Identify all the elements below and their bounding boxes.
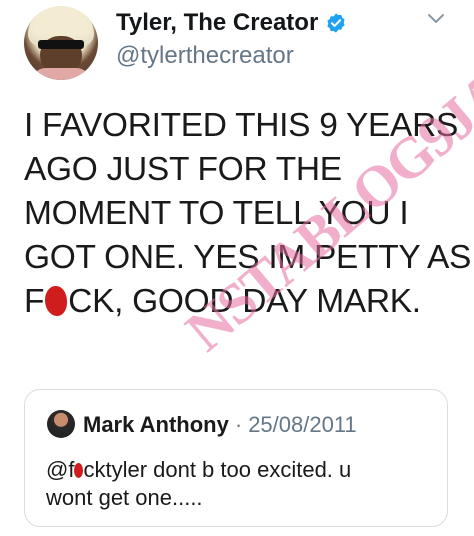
censor-mark [45,286,68,316]
author-name[interactable]: Tyler, The Creator [116,9,318,37]
tweet-line-last: F CK, GOOD DAY MARK. [24,280,444,324]
chevron-down-icon[interactable] [426,12,446,26]
quoted-separator: · [234,412,243,437]
author-name-row[interactable]: Tyler, The Creator [116,9,347,37]
avatar-sunglasses [38,40,84,49]
quoted-avatar[interactable] [47,410,75,438]
quoted-header: Mark Anthony · 25/08/2011 [83,412,357,438]
tweet-last-prefix: F [24,283,45,320]
author-handle[interactable]: @tylerthecreator [116,42,294,70]
tweet-text: I FAVORITED THIS 9 YEARS AGO JUST FOR TH… [24,104,472,324]
tweet-last-suffix: CK, GOOD DAY MARK. [68,283,421,320]
author-avatar[interactable] [24,6,98,80]
tweet-line: AGO JUST FOR THE [24,151,342,188]
avatar-shirt [30,68,92,80]
tweet-line: MOMENT TO TELL YOU I [24,195,409,232]
quoted-tweet-card[interactable]: Mark Anthony · 25/08/2011 @f cktyler dont… [24,389,448,527]
tweet-line: GOT ONE. YES IM PETTY AS [24,239,472,276]
quoted-date: 25/08/2011 [248,412,357,437]
verified-badge-icon [327,13,345,33]
quoted-author-name[interactable]: Mark Anthony [83,412,229,438]
quoted-text-line2: wont get one..... [46,485,203,510]
tweet-line: I FAVORITED THIS 9 YEARS [24,107,459,144]
quoted-text: @f cktyler dont b too excited. u wont get… [46,456,436,512]
quoted-text-suffix: cktyler dont b too excited. u [83,457,352,482]
quoted-text-prefix: @f [46,457,75,482]
